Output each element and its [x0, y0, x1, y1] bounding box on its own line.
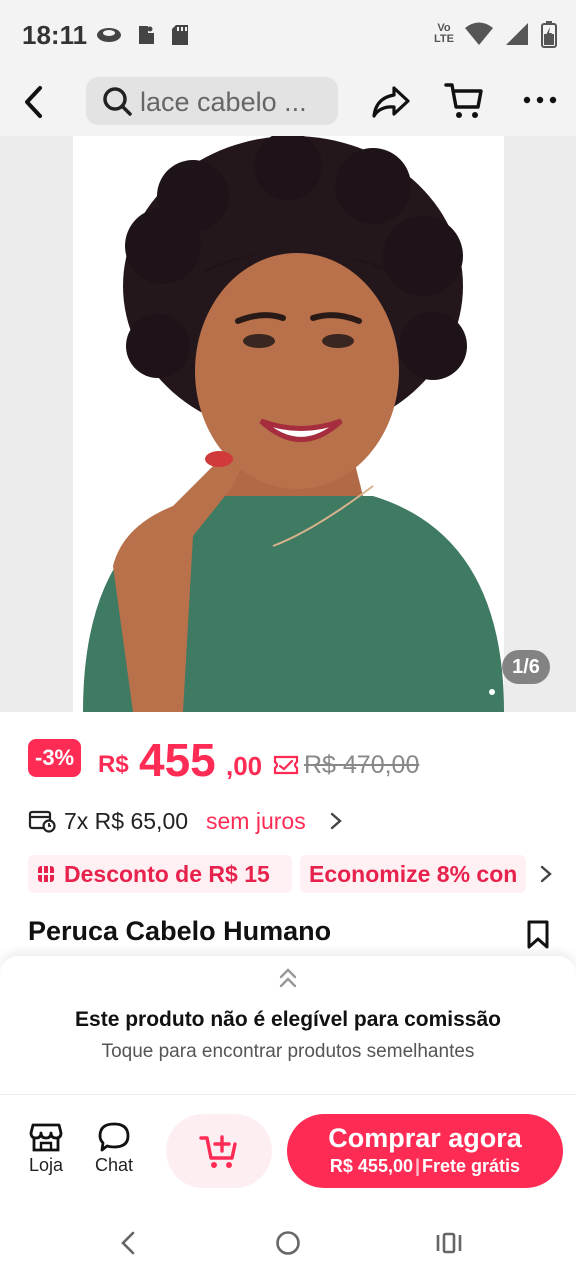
volte-indicator: Vo LTE — [434, 23, 454, 45]
chevron-up-icon[interactable] — [278, 966, 298, 990]
price-cents: ,00 — [226, 751, 263, 781]
chat-label: Chat — [94, 1155, 134, 1175]
card-payment-icon — [28, 810, 56, 833]
product-title: Peruca Cabelo Humano — [28, 916, 332, 946]
discount-tag-icon — [38, 866, 54, 882]
search-input[interactable]: lace cabelo ... — [86, 77, 338, 125]
shop-button[interactable]: Loja — [16, 1121, 76, 1176]
price-currency: R$ — [98, 751, 129, 778]
system-navigation-bar — [0, 1200, 576, 1280]
system-back-icon[interactable] — [118, 1230, 138, 1256]
more-icon[interactable] — [522, 90, 558, 110]
product-gallery[interactable] — [0, 136, 576, 712]
buy-now-price: R$ 455,00 — [329, 1156, 413, 1176]
add-to-cart-button[interactable] — [166, 1114, 272, 1188]
buy-now-subtext: R$ 455,00 | Frete grátis — [287, 1156, 563, 1177]
promo-chip-discount[interactable]: Desconto de R$ 15 — [28, 855, 292, 893]
promo-chip-discount-label: Desconto de R$ 15 — [64, 861, 270, 887]
installment-highlight: sem juros — [206, 808, 306, 834]
search-query: lace cabelo ... — [140, 87, 307, 117]
status-time: 18:11 — [22, 20, 88, 50]
gallery-dot — [489, 689, 495, 695]
battery-icon — [541, 21, 557, 48]
price-amount: 455 — [139, 734, 216, 786]
discount-badge: -3% — [28, 739, 82, 777]
chevron-right-icon[interactable] — [538, 863, 554, 885]
commission-title: Este produto não é elegível para comissã… — [75, 1008, 501, 1031]
store-icon — [29, 1123, 63, 1152]
signal-icon — [506, 23, 528, 45]
installment-text: 7x R$ 65,00 — [64, 808, 189, 834]
chat-button[interactable]: Chat — [84, 1121, 144, 1176]
share-icon[interactable] — [370, 82, 412, 122]
original-price: R$ 470,00 — [304, 751, 420, 779]
installment-row[interactable]: 7x R$ 65,00 sem juros — [28, 806, 568, 838]
search-icon — [103, 87, 132, 116]
coupon-icon — [273, 755, 299, 775]
commission-sheet[interactable]: Este produto não é elegível para comissã… — [0, 956, 576, 1094]
buy-now-button[interactable]: Comprar agora R$ 455,00 | Frete grátis — [287, 1114, 563, 1188]
wifi-icon — [465, 22, 493, 45]
chat-icon — [98, 1122, 130, 1152]
buy-now-separator: | — [414, 1156, 421, 1176]
chevron-right-icon — [330, 812, 342, 830]
promo-row: Desconto de R$ 15 Economize 8% con — [28, 855, 576, 895]
bottom-action-bar: Loja Chat Comprar agora R$ 455,00 | Frete … — [0, 1094, 576, 1200]
top-bar: lace cabelo ... — [0, 70, 576, 136]
bookmark-icon[interactable] — [526, 920, 550, 950]
sd-card-icon — [172, 25, 188, 45]
cart-icon[interactable] — [444, 80, 484, 122]
image-page-indicator: 1/6 — [502, 650, 550, 684]
price-row: -3% R$ 455 ,00 R$ 470,00 — [28, 735, 568, 785]
product-photo[interactable] — [73, 136, 504, 712]
add-to-cart-icon — [199, 1135, 237, 1168]
back-arrow-icon[interactable] — [18, 82, 52, 122]
status-bar: 18:11 Vo LTE — [0, 0, 576, 70]
status-left-icons — [96, 24, 190, 46]
promo-chip-savings[interactable]: Economize 8% con — [300, 855, 526, 893]
commission-subtitle: Toque para encontrar produtos semelhante… — [101, 1041, 475, 1062]
product-photo-illustration — [73, 136, 504, 712]
system-recents-icon[interactable] — [435, 1231, 463, 1255]
dnd-icon — [139, 26, 154, 44]
buy-now-label: Comprar agora — [328, 1123, 522, 1153]
promo-chip-savings-label: Economize 8% con — [309, 861, 518, 887]
eye-icon — [97, 28, 121, 42]
buy-now-shipping: Frete grátis — [422, 1156, 521, 1176]
shop-label: Loja — [28, 1155, 64, 1175]
system-home-icon[interactable] — [275, 1230, 301, 1256]
lte-label: LTE — [434, 33, 454, 45]
status-right-icons: Vo LTE — [434, 20, 558, 48]
